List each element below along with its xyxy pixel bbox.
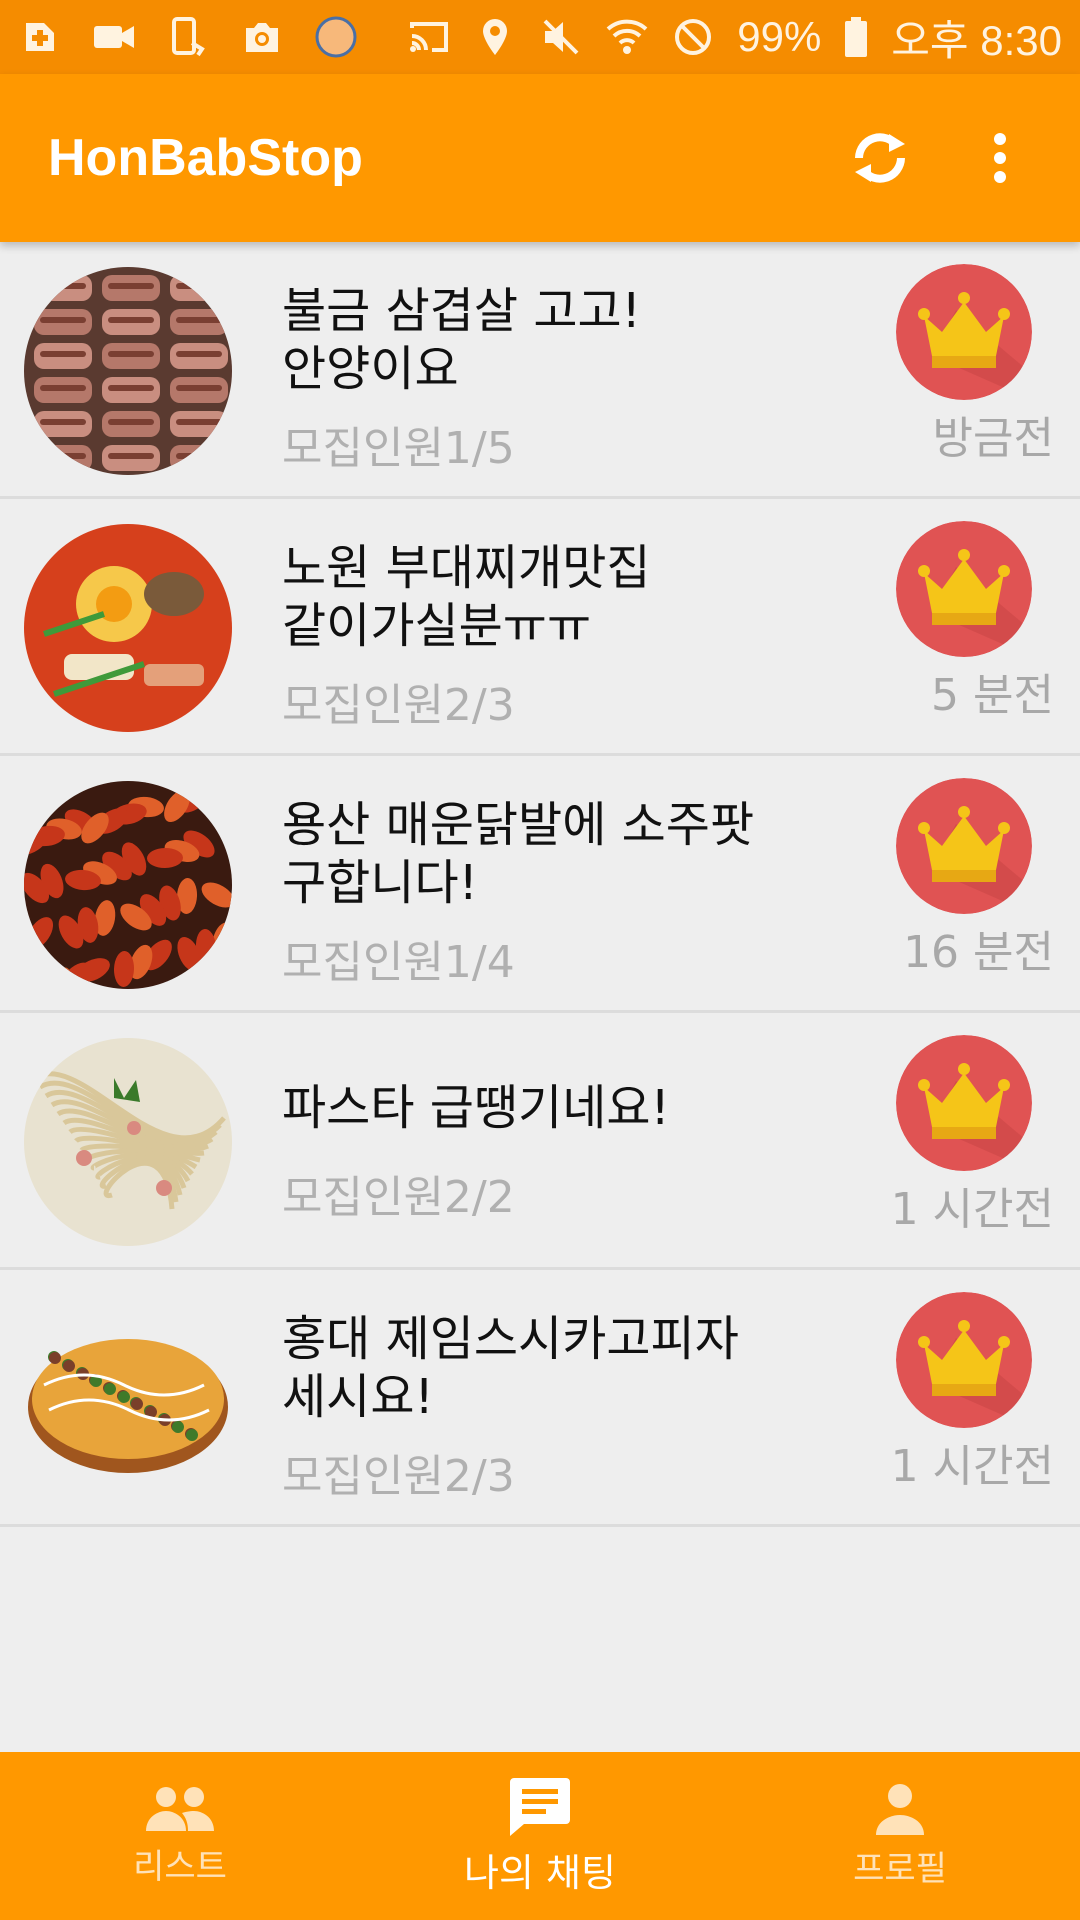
chat-room-title: 불금 삼겹살 고고! 안양이요 <box>282 283 641 397</box>
chat-room-title: 노원 부대찌개맛집 같이가실분ㅠㅠ <box>282 540 651 654</box>
mute-icon <box>539 17 583 57</box>
food-thumbnail <box>24 267 232 475</box>
more-vert-icon <box>994 133 1006 183</box>
chat-room-title: 파스타 급땡기네요! <box>282 1080 670 1136</box>
chat-room-time: 1 시간전 <box>890 1441 1054 1492</box>
do-not-disturb-icon <box>671 17 715 57</box>
chat-room-time: 5 분전 <box>931 670 1054 721</box>
cast-icon <box>407 17 451 57</box>
member-count: 모집인원1/4 <box>282 937 515 988</box>
person-icon <box>876 1783 924 1835</box>
nav-profile[interactable]: 프로필 <box>720 1752 1080 1920</box>
nav-list-label: 리스트 <box>133 1846 227 1887</box>
chat-room-title: 용산 매운닭발에 소주팟 구합니다! <box>282 797 755 911</box>
food-thumbnail <box>24 781 232 989</box>
people-icon <box>146 1786 214 1831</box>
host-crown-icon[interactable] <box>896 264 1032 400</box>
member-count: 모집인원2/3 <box>282 1451 515 1502</box>
nav-list[interactable]: 리스트 <box>0 1752 360 1920</box>
member-count: 모집인원2/3 <box>282 680 515 731</box>
location-icon <box>473 17 517 57</box>
clock: 오후 8:30 <box>891 16 1062 64</box>
host-crown-icon[interactable] <box>896 778 1032 914</box>
chat-room-item[interactable]: 홍대 제임스시카고피자 세시요! 모집인원2/3 1 시간전 <box>0 1270 1080 1527</box>
nav-my-chat[interactable]: 나의 채팅 <box>360 1752 720 1920</box>
food-thumbnail <box>24 1295 232 1503</box>
add-app-icon <box>18 17 62 57</box>
nav-my-chat-label: 나의 채팅 <box>464 1850 616 1895</box>
battery-icon <box>843 17 869 57</box>
status-bar: 99% 오후 8:30 <box>0 0 1080 74</box>
food-thumbnail <box>24 524 232 732</box>
chat-room-title: 홍대 제임스시카고피자 세시요! <box>282 1311 739 1425</box>
host-crown-icon[interactable] <box>896 1292 1032 1428</box>
phone-rotate-icon <box>166 17 210 57</box>
chat-room-item[interactable]: 용산 매운닭발에 소주팟 구합니다! 모집인원1/4 16 분전 <box>0 756 1080 1013</box>
app-title: HonBabStop <box>48 129 363 187</box>
camera-icon <box>240 17 284 57</box>
member-count: 모집인원2/2 <box>282 1172 515 1223</box>
bottom-navigation: 리스트 나의 채팅 프로필 <box>0 1752 1080 1920</box>
chat-room-time: 방금전 <box>932 413 1054 464</box>
member-count: 모집인원1/5 <box>282 423 515 474</box>
host-crown-icon[interactable] <box>896 521 1032 657</box>
food-thumbnail <box>24 1038 232 1246</box>
wifi-icon <box>605 17 649 57</box>
chat-room-item[interactable]: 불금 삼겹살 고고! 안양이요모집인원1/5 방금전 <box>0 242 1080 499</box>
host-crown-icon[interactable] <box>896 1035 1032 1171</box>
app-bar: HonBabStop <box>0 74 1080 242</box>
more-options-button[interactable] <box>960 118 1040 198</box>
chat-icon <box>510 1777 570 1836</box>
chat-room-time: 16 분전 <box>903 927 1054 978</box>
chat-room-item[interactable]: 노원 부대찌개맛집 같이가실분ㅠㅠ 모집인원2/3 5 분전 <box>0 499 1080 756</box>
chat-room-time: 1 시간전 <box>890 1184 1054 1235</box>
refresh-icon <box>855 133 905 183</box>
refresh-button[interactable] <box>840 118 920 198</box>
circle-app-icon <box>314 16 358 58</box>
battery-percent: 99% <box>737 13 822 60</box>
chat-list: 불금 삼겹살 고고! 안양이요모집인원1/5 방금전노원 부대찌개맛집 같이가실… <box>0 242 1080 1527</box>
video-icon <box>92 17 136 57</box>
nav-profile-label: 프로필 <box>853 1848 947 1889</box>
chat-room-item[interactable]: 파스타 급땡기네요! 모집인원2/2 1 시간전 <box>0 1013 1080 1270</box>
